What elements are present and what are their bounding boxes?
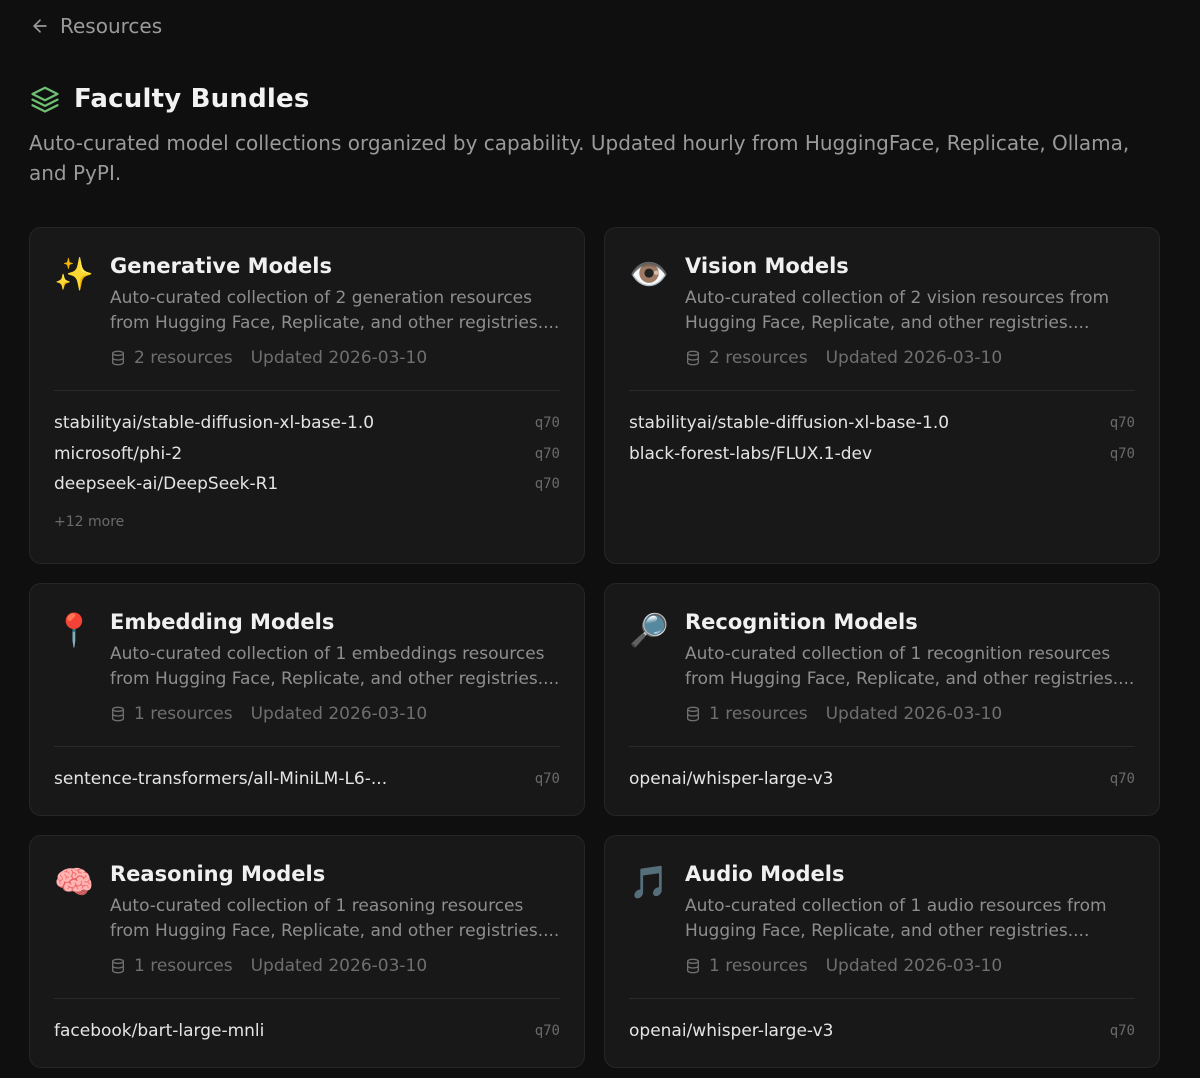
back-to-resources-link[interactable]: Resources (30, 14, 162, 38)
eye-icon: 👁️ (629, 255, 669, 293)
bundle-meta: 2 resources Updated 2026-03-10 (685, 348, 1002, 368)
bundle-description: Auto-curated collection of 2 vision reso… (685, 288, 1110, 333)
bundle-card-audio[interactable]: 🎵 Audio Models Auto-curated collection o… (604, 835, 1160, 1068)
database-icon (112, 958, 124, 974)
quality-score: q70 (1109, 1023, 1135, 1040)
resource-name: openai/whisper-large-v3 (629, 1021, 834, 1042)
resource-count: 1 resources (134, 704, 233, 724)
page-description: Auto-curated model collections organized… (29, 131, 1130, 185)
resource-list: sentence-transformers/all-MiniLM-L6-... q… (54, 764, 560, 795)
bundle-card-vision[interactable]: 👁️ Vision Models Auto-curated collection… (604, 227, 1160, 564)
divider (54, 390, 560, 391)
resource-list: openai/whisper-large-v3 q70 (629, 764, 1135, 795)
quality-score: q70 (534, 415, 560, 432)
resource-name: openai/whisper-large-v3 (629, 769, 834, 790)
bundle-meta: 1 resources Updated 2026-03-10 (685, 956, 1002, 976)
resource-row[interactable]: microsoft/phi-2 q70 (54, 439, 560, 470)
database-icon (687, 706, 699, 722)
resource-name: black-forest-labs/FLUX.1-dev (629, 443, 873, 464)
page-header: Faculty Bundles (30, 84, 310, 114)
bundle-card-reasoning[interactable]: 🧠 Reasoning Models Auto-curated collecti… (29, 835, 585, 1068)
bundle-description: Auto-curated collection of 1 audio resou… (685, 896, 1107, 941)
updated-date: Updated 2026-03-10 (825, 956, 1003, 976)
resource-name: sentence-transformers/all-MiniLM-L6-... (54, 769, 388, 790)
quality-score: q70 (1109, 771, 1135, 788)
updated-date: Updated 2026-03-10 (825, 348, 1003, 368)
resource-list: openai/whisper-large-v3 q70 (629, 1016, 1135, 1047)
resource-row[interactable]: stabilityai/stable-diffusion-xl-base-1.0… (629, 408, 1135, 439)
bundle-meta: 1 resources Updated 2026-03-10 (110, 956, 427, 976)
resource-name: stabilityai/stable-diffusion-xl-base-1.0 (629, 413, 950, 434)
resource-row[interactable]: facebook/bart-large-mnli q70 (54, 1016, 560, 1047)
bundle-card-recognition[interactable]: 🔎 Recognition Models Auto-curated collec… (604, 583, 1160, 816)
arrow-left-icon (33, 19, 47, 33)
resource-row[interactable]: black-forest-labs/FLUX.1-dev q70 (629, 439, 1135, 470)
bundle-title: Reasoning Models (110, 862, 326, 886)
brain-icon: 🧠 (54, 863, 94, 901)
bundle-meta: 1 resources Updated 2026-03-10 (110, 704, 427, 724)
updated-date: Updated 2026-03-10 (250, 956, 428, 976)
quality-score: q70 (534, 771, 560, 788)
resource-name: stabilityai/stable-diffusion-xl-base-1.0 (54, 413, 375, 434)
bundle-title: Audio Models (685, 862, 845, 886)
more-resources-link[interactable]: +12 more (54, 514, 124, 530)
page-title: Faculty Bundles (74, 84, 310, 114)
updated-date: Updated 2026-03-10 (250, 348, 428, 368)
database-icon (112, 706, 124, 722)
bundle-title: Vision Models (685, 254, 849, 278)
bundle-meta: 1 resources Updated 2026-03-10 (685, 704, 1002, 724)
sparkles-icon: ✨ (54, 255, 94, 293)
divider (629, 390, 1135, 391)
divider (54, 746, 560, 747)
quality-score: q70 (534, 445, 560, 462)
resource-name: deepseek-ai/DeepSeek-R1 (54, 474, 279, 495)
resource-name: facebook/bart-large-mnli (54, 1021, 265, 1042)
resource-row[interactable]: stabilityai/stable-diffusion-xl-base-1.0… (54, 408, 560, 439)
divider (629, 998, 1135, 999)
resource-row[interactable]: openai/whisper-large-v3 q70 (629, 1016, 1135, 1047)
pin-icon: 📍 (54, 611, 94, 649)
bundle-card-embedding[interactable]: 📍 Embedding Models Auto-curated collecti… (29, 583, 585, 816)
bundle-description: Auto-curated collection of 2 generation … (110, 288, 560, 333)
bundle-title: Embedding Models (110, 610, 335, 634)
divider (54, 998, 560, 999)
resource-row[interactable]: openai/whisper-large-v3 q70 (629, 764, 1135, 795)
updated-date: Updated 2026-03-10 (250, 704, 428, 724)
resource-row[interactable]: deepseek-ai/DeepSeek-R1 q70 (54, 469, 560, 500)
database-icon (687, 958, 699, 974)
magnifier-icon: 🔎 (629, 611, 669, 649)
updated-date: Updated 2026-03-10 (825, 704, 1003, 724)
bundle-card-generative[interactable]: ✨ Generative Models Auto-curated collect… (29, 227, 585, 564)
resource-row[interactable]: sentence-transformers/all-MiniLM-L6-... q… (54, 764, 560, 795)
music-note-icon: 🎵 (629, 863, 669, 901)
resource-name: microsoft/phi-2 (54, 443, 183, 464)
resource-list: facebook/bart-large-mnli q70 (54, 1016, 560, 1047)
bundle-description: Auto-curated collection of 1 reasoning r… (110, 896, 560, 941)
resource-count: 1 resources (709, 956, 808, 976)
resource-count: 1 resources (709, 704, 808, 724)
quality-score: q70 (534, 1023, 560, 1040)
database-icon (112, 350, 124, 366)
bundle-meta: 2 resources Updated 2026-03-10 (110, 348, 427, 368)
resource-count: 2 resources (709, 348, 808, 368)
quality-score: q70 (1109, 415, 1135, 432)
resource-count: 2 resources (134, 348, 233, 368)
quality-score: q70 (1109, 445, 1135, 462)
database-icon (687, 350, 699, 366)
bundle-description: Auto-curated collection of 1 recognition… (685, 644, 1135, 689)
resource-count: 1 resources (134, 956, 233, 976)
bundle-title: Recognition Models (685, 610, 918, 634)
resource-list: stabilityai/stable-diffusion-xl-base-1.0… (54, 408, 560, 500)
back-link-label: Resources (60, 14, 163, 38)
layers-icon (31, 86, 59, 113)
divider (629, 746, 1135, 747)
bundle-description: Auto-curated collection of 1 embeddings … (110, 644, 560, 689)
resource-list: stabilityai/stable-diffusion-xl-base-1.0… (629, 408, 1135, 469)
quality-score: q70 (534, 476, 560, 493)
bundle-title: Generative Models (110, 254, 332, 278)
